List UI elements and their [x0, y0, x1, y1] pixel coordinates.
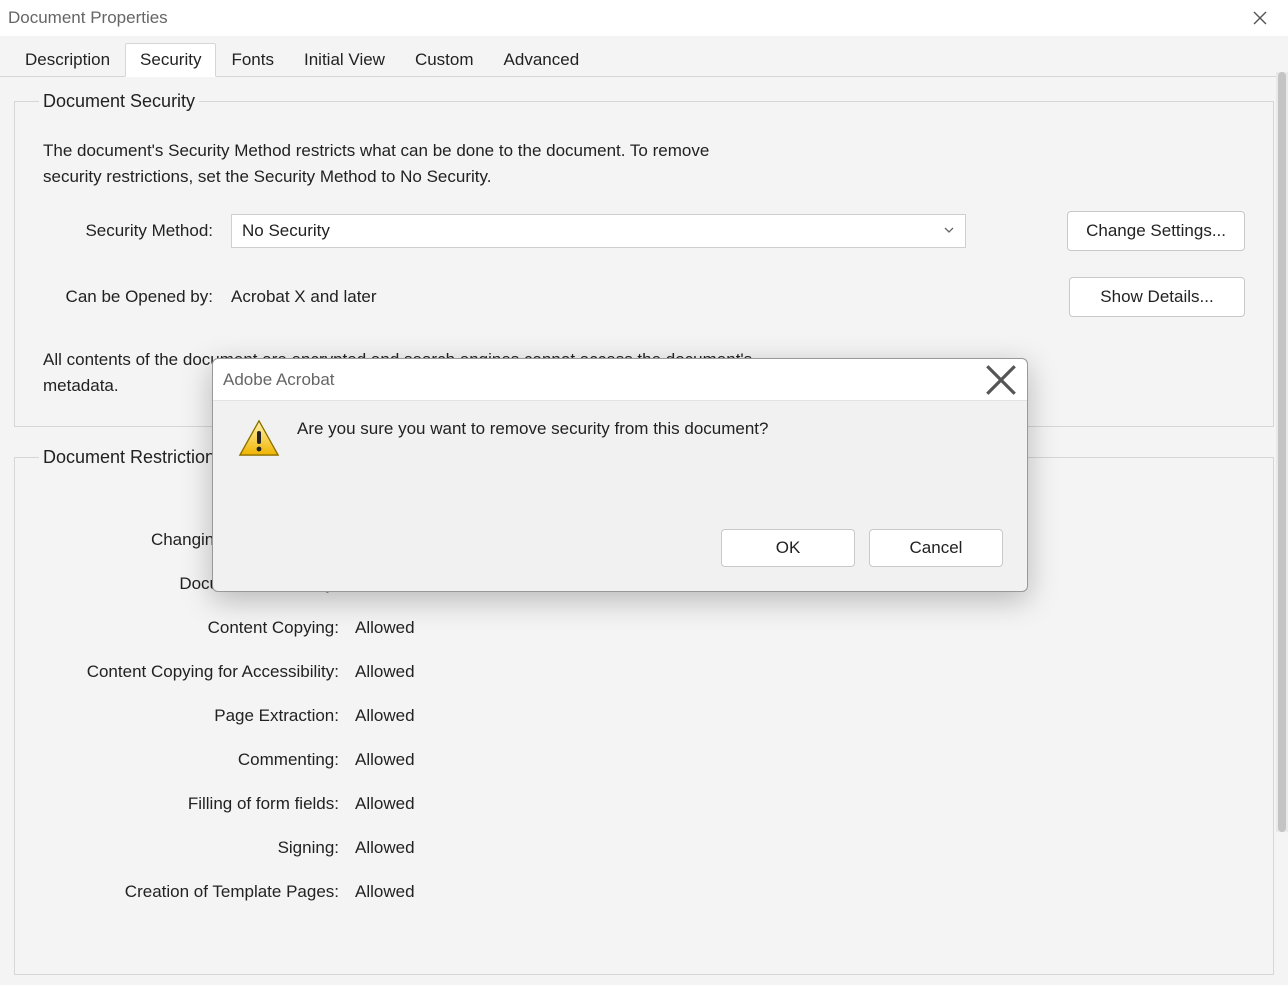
scrollbar-thumb[interactable] [1278, 72, 1286, 832]
restriction-value: Allowed [353, 838, 415, 858]
restriction-value: Allowed [353, 706, 415, 726]
restriction-row: Creation of Template Pages:Allowed [43, 870, 1245, 914]
warning-icon [237, 417, 281, 461]
restriction-row: Filling of form fields:Allowed [43, 782, 1245, 826]
opened-by-label: Can be Opened by: [43, 287, 213, 307]
dialog-body: Are you sure you want to remove security… [213, 401, 1027, 529]
document-properties-window: Document Properties Description Security… [0, 0, 1288, 985]
window-title: Document Properties [8, 8, 168, 28]
restriction-row: Signing:Allowed [43, 826, 1245, 870]
opened-by-value: Acrobat X and later [231, 287, 966, 307]
tabs-area: Description Security Fonts Initial View … [0, 36, 1288, 77]
titlebar: Document Properties [0, 0, 1288, 36]
tab-advanced[interactable]: Advanced [489, 43, 595, 77]
close-icon [985, 364, 1017, 396]
dialog-buttons: OK Cancel [213, 529, 1027, 591]
restriction-label: Creation of Template Pages: [43, 882, 353, 902]
ok-button[interactable]: OK [721, 529, 855, 567]
restriction-label: Content Copying: [43, 618, 353, 638]
dialog-titlebar: Adobe Acrobat [213, 359, 1027, 401]
cancel-button[interactable]: Cancel [869, 529, 1003, 567]
confirm-dialog: Adobe Acrobat [212, 358, 1028, 592]
security-method-select[interactable]: No Security [231, 214, 966, 248]
restriction-value: Allowed [353, 618, 415, 638]
restriction-label: Signing: [43, 838, 353, 858]
security-method-row: Security Method: No Security Change Sett… [43, 211, 1245, 251]
tab-security[interactable]: Security [125, 43, 216, 77]
tab-fonts[interactable]: Fonts [216, 43, 289, 77]
scrollbar[interactable] [1276, 72, 1288, 832]
security-method-label: Security Method: [43, 221, 213, 241]
dialog-message: Are you sure you want to remove security… [297, 417, 768, 529]
change-settings-button[interactable]: Change Settings... [1067, 211, 1245, 251]
security-description: The document's Security Method restricts… [43, 138, 763, 189]
tab-strip: Description Security Fonts Initial View … [0, 42, 1288, 76]
close-button[interactable] [1240, 3, 1280, 33]
security-method-value: No Security [242, 221, 330, 241]
restriction-row: Page Extraction:Allowed [43, 694, 1245, 738]
dialog-title: Adobe Acrobat [223, 370, 335, 390]
restriction-label: Content Copying for Accessibility: [43, 662, 353, 682]
restriction-value: Allowed [353, 662, 415, 682]
document-security-legend: Document Security [39, 91, 199, 112]
restriction-label: Filling of form fields: [43, 794, 353, 814]
tab-custom[interactable]: Custom [400, 43, 489, 77]
tab-initial-view[interactable]: Initial View [289, 43, 400, 77]
restriction-label: Commenting: [43, 750, 353, 770]
restriction-row: Content Copying:Allowed [43, 606, 1245, 650]
close-icon [1253, 11, 1267, 25]
restriction-value: Allowed [353, 882, 415, 902]
restriction-row: Commenting:Allowed [43, 738, 1245, 782]
restriction-row: Content Copying for Accessibility:Allowe… [43, 650, 1245, 694]
tab-description[interactable]: Description [10, 43, 125, 77]
show-details-button[interactable]: Show Details... [1069, 277, 1245, 317]
opened-by-row: Can be Opened by: Acrobat X and later Sh… [43, 277, 1245, 317]
restriction-value: Allowed [353, 750, 415, 770]
restriction-value: Allowed [353, 794, 415, 814]
chevron-down-icon [943, 221, 955, 241]
dialog-close-button[interactable] [985, 366, 1017, 394]
restriction-label: Page Extraction: [43, 706, 353, 726]
